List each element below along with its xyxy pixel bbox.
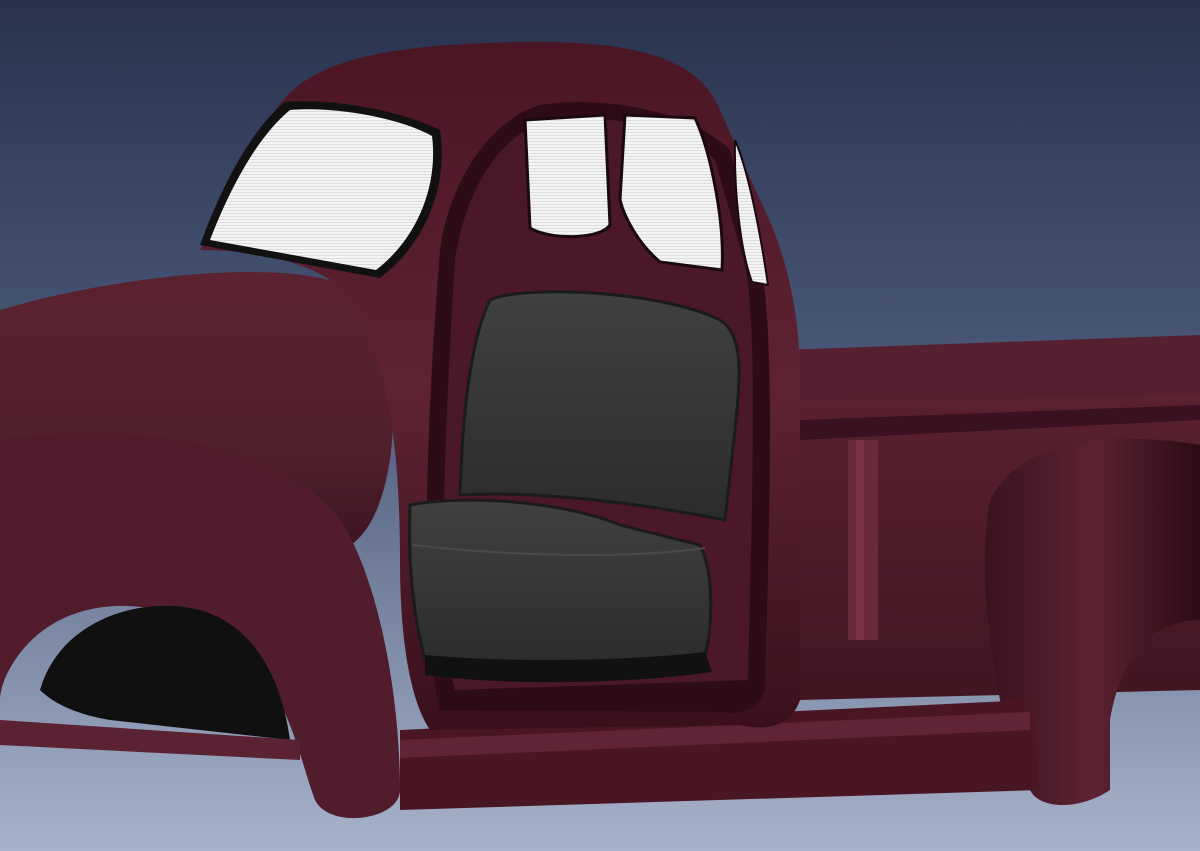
- rear-window-left: [523, 113, 612, 239]
- truck-render: [0, 0, 1200, 851]
- 3d-viewport[interactable]: [0, 0, 1200, 851]
- seat-back: [458, 290, 741, 522]
- truck-hood: [0, 271, 400, 819]
